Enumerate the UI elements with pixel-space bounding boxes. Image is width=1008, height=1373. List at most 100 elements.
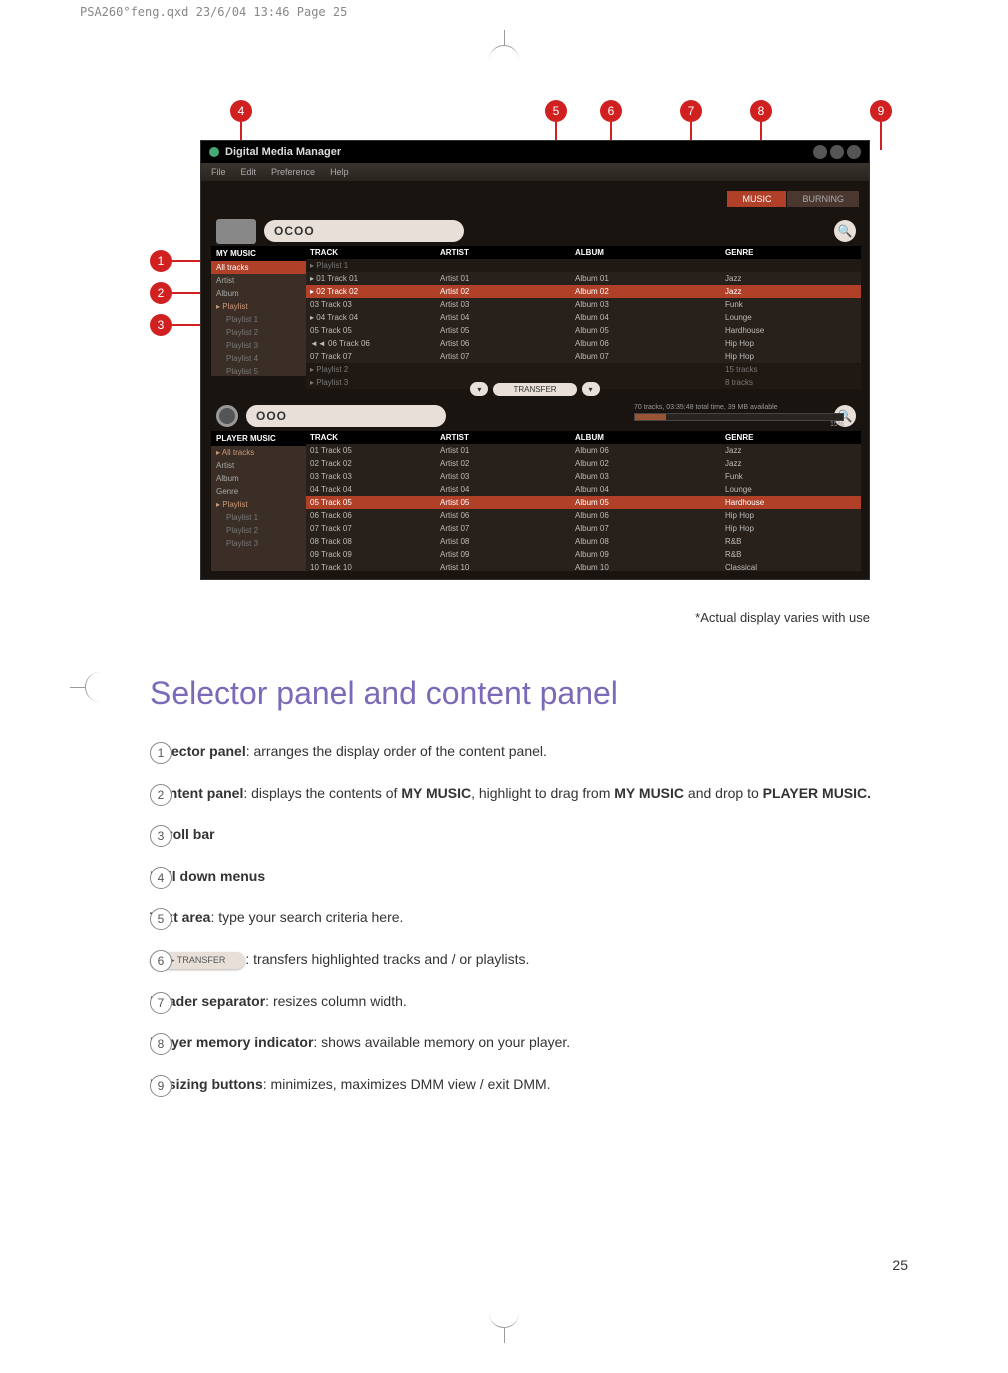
menu-file[interactable]: File: [211, 167, 226, 177]
callout-6: 6: [600, 100, 622, 122]
legend-item: 6▸ TRANSFER : transfers highlighted trac…: [150, 950, 910, 970]
legend-number: 2: [150, 784, 172, 806]
sidebar-item[interactable]: Playlist 1: [211, 313, 306, 326]
memory-indicator: 70 tracks, 03:35:48 total time, 39 MB av…: [634, 404, 844, 428]
sidebar-item[interactable]: Album: [211, 287, 306, 300]
transfer-down-icon[interactable]: ▾: [582, 382, 600, 396]
legend-number: 6: [150, 950, 172, 972]
col-artist[interactable]: ARTIST: [436, 246, 571, 259]
legend-text: Pull down menus: [150, 867, 910, 887]
sidebar-item[interactable]: Artist: [211, 274, 306, 287]
sidebar-item[interactable]: Playlist 3: [211, 537, 306, 550]
sidebar-item[interactable]: Playlist 3: [211, 339, 306, 352]
menu-edit[interactable]: Edit: [241, 167, 257, 177]
crop-mark-icon: [489, 1313, 519, 1343]
callout-4: 4: [230, 100, 252, 122]
legend-item: 7Header separator: resizes column width.: [150, 992, 910, 1012]
sidebar-item[interactable]: Playlist 4: [211, 352, 306, 365]
sidebar-item[interactable]: ▸ Playlist: [211, 498, 306, 511]
legend-number: 1: [150, 742, 172, 764]
window-controls[interactable]: [813, 145, 861, 159]
legend-item: 5Text area: type your search criteria he…: [150, 908, 910, 928]
minimize-icon[interactable]: [813, 145, 827, 159]
player-icon: [216, 405, 238, 427]
table-row[interactable]: 05 Track 05Artist 05Album 05Hardhouse: [306, 324, 861, 337]
app-title: Digital Media Manager: [209, 146, 341, 158]
table-row[interactable]: 07 Track 07Artist 07Album 07Hip Hop: [306, 350, 861, 363]
sidebar-item[interactable]: Playlist 2: [211, 524, 306, 537]
table-row[interactable]: 10 Track 10Artist 10Album 10Classical: [306, 561, 861, 574]
callout-2: 2: [150, 282, 172, 304]
table-row[interactable]: 02 Track 02Artist 02Album 02Jazz: [306, 457, 861, 470]
search-input-player[interactable]: [246, 405, 446, 427]
legend-item: 3Scroll bar: [150, 825, 910, 845]
content-panel-player: TRACK ARTIST ALBUM GENRE 01 Track 05Arti…: [306, 431, 861, 571]
col-genre[interactable]: GENRE: [721, 246, 841, 259]
transfer-bar: ▾ TRANSFER ▾: [201, 379, 869, 399]
table-row[interactable]: ◄◄ 06 Track 06Artist 06Album 06Hip Hop: [306, 337, 861, 350]
legend-text: ▸ TRANSFER : transfers highlighted track…: [150, 950, 910, 970]
tab-music[interactable]: MUSIC: [727, 191, 786, 207]
menu-help[interactable]: Help: [330, 167, 349, 177]
table-row[interactable]: 04 Track 04Artist 04Album 04Lounge: [306, 483, 861, 496]
table-row[interactable]: 07 Track 07Artist 07Album 07Hip Hop: [306, 522, 861, 535]
legend-item: 8Player memory indicator: shows availabl…: [150, 1033, 910, 1053]
app-window: Digital Media Manager File Edit Preferen…: [200, 140, 870, 580]
search-icon[interactable]: 🔍: [834, 220, 856, 242]
table-row[interactable]: ▸ 02 Track 02Artist 02Album 02Jazz: [306, 285, 861, 298]
table-row[interactable]: 01 Track 05Artist 01Album 06Jazz: [306, 444, 861, 457]
callout-8: 8: [750, 100, 772, 122]
sidebar-item[interactable]: Playlist 1: [211, 511, 306, 524]
table-row[interactable]: 09 Track 09Artist 09Album 09R&B: [306, 548, 861, 561]
table-row[interactable]: 05 Track 05Artist 05Album 05Hardhouse: [306, 496, 861, 509]
transfer-button[interactable]: TRANSFER: [493, 383, 576, 396]
table-row[interactable]: ▸ 01 Track 01Artist 01Album 01Jazz: [306, 272, 861, 285]
menu-preference[interactable]: Preference: [271, 167, 315, 177]
table-row[interactable]: 03 Track 03Artist 03Album 03Funk: [306, 470, 861, 483]
table-row[interactable]: 08 Track 08Artist 08Album 08R&B: [306, 535, 861, 548]
table-row[interactable]: ▸ 04 Track 04Artist 04Album 04Lounge: [306, 311, 861, 324]
col-track[interactable]: TRACK: [306, 431, 436, 444]
memory-pct: 15%: [634, 421, 844, 428]
table-row[interactable]: ▸ Playlist 215 tracks: [306, 363, 861, 376]
sidebar-item[interactable]: ▸ Playlist: [211, 300, 306, 313]
my-music-header: MY MUSIC: [211, 246, 306, 261]
sidebar-item[interactable]: Genre: [211, 485, 306, 498]
legend-text: Header separator: resizes column width.: [150, 992, 910, 1012]
table-row[interactable]: 06 Track 06Artist 06Album 06Hip Hop: [306, 509, 861, 522]
sidebar-item[interactable]: Playlist 5: [211, 365, 306, 378]
legend-text: Text area: type your search criteria her…: [150, 908, 910, 928]
close-icon[interactable]: [847, 145, 861, 159]
column-headers[interactable]: TRACK ARTIST ALBUM GENRE: [306, 246, 861, 259]
callout-7: 7: [680, 100, 702, 122]
transfer-down-icon[interactable]: ▾: [470, 382, 488, 396]
maximize-icon[interactable]: [830, 145, 844, 159]
sidebar-item[interactable]: Album: [211, 472, 306, 485]
legend-text: Resizing buttons: minimizes, maximizes D…: [150, 1075, 910, 1095]
col-album[interactable]: ALBUM: [571, 246, 721, 259]
sidebar-item[interactable]: Artist: [211, 459, 306, 472]
tabs: MUSIC BURNING: [727, 191, 859, 207]
computer-icon: [216, 219, 256, 244]
title-bar: Digital Media Manager: [201, 141, 869, 163]
legend-number: 4: [150, 867, 172, 889]
table-row[interactable]: ▸ Playlist 1: [306, 259, 861, 272]
legend-text: Scroll bar: [150, 825, 910, 845]
search-input[interactable]: [264, 220, 464, 242]
legend-number: 7: [150, 992, 172, 1014]
col-track[interactable]: TRACK: [306, 246, 436, 259]
table-row[interactable]: 03 Track 03Artist 03Album 03Funk: [306, 298, 861, 311]
sidebar-item[interactable]: All tracks: [211, 261, 306, 274]
sidebar-item[interactable]: ▸ All tracks: [211, 446, 306, 459]
callout-line: [880, 122, 882, 150]
column-headers-player[interactable]: TRACK ARTIST ALBUM GENRE: [306, 431, 861, 444]
screenshot-figure: 4 5 6 7 8 9 1 2 3 Digital Media Manager: [150, 100, 910, 600]
tab-burning[interactable]: BURNING: [787, 191, 859, 207]
doc-header: PSA260°feng.qxd 23/6/04 13:46 Page 25: [80, 5, 347, 19]
section-title: Selector panel and content panel: [150, 675, 910, 712]
sidebar-item[interactable]: Playlist 2: [211, 326, 306, 339]
col-album[interactable]: ALBUM: [571, 431, 721, 444]
legend-text: Player memory indicator: shows available…: [150, 1033, 910, 1053]
col-genre[interactable]: GENRE: [721, 431, 841, 444]
col-artist[interactable]: ARTIST: [436, 431, 571, 444]
